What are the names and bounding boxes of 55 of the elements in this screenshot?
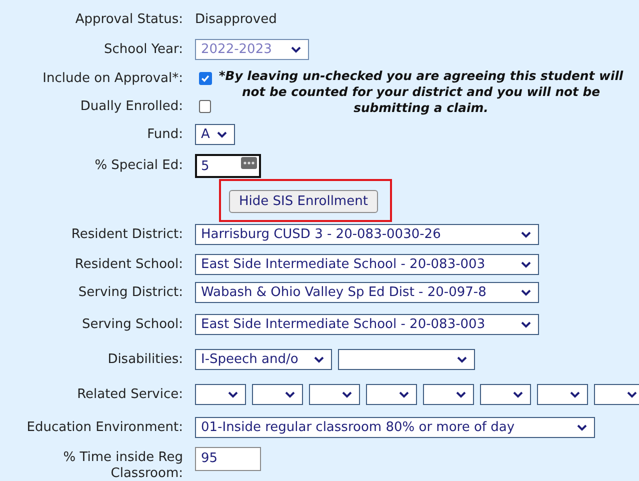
chevron-down-icon bbox=[456, 390, 466, 398]
dropdown[interactable] bbox=[480, 384, 531, 404]
dropdown[interactable] bbox=[366, 384, 417, 404]
chevron-down-icon bbox=[314, 356, 324, 363]
chevron-down-icon bbox=[570, 390, 580, 398]
chevron-down-icon bbox=[217, 131, 227, 138]
field-label: Approval Status: bbox=[74, 12, 183, 26]
field-label: Disabilities: bbox=[106, 352, 183, 367]
field-label: Resident District: bbox=[70, 226, 183, 242]
field-label: Education Environment: bbox=[26, 420, 183, 434]
chevron-down-icon bbox=[399, 390, 409, 398]
chevron-down-icon bbox=[228, 390, 238, 398]
chevron-down-icon bbox=[521, 320, 531, 328]
dropdown[interactable]: East Side Intermediate School - 20-083-003 bbox=[195, 254, 539, 274]
dropdown[interactable] bbox=[423, 384, 474, 404]
field-label: % Time inside Reg Classroom: bbox=[62, 450, 183, 481]
chevron-down-icon bbox=[521, 289, 531, 296]
chevron-down-icon bbox=[291, 46, 301, 52]
dropdown[interactable]: Harrisburg CUSD 3 - 20-083-0030-26 bbox=[195, 224, 539, 244]
field-label: Include on Approval*: bbox=[42, 70, 183, 86]
status-value: Disapproved bbox=[195, 12, 277, 26]
more-icon bbox=[241, 156, 257, 168]
checkbox[interactable] bbox=[199, 72, 212, 84]
field-label: Resident School: bbox=[74, 256, 183, 272]
chevron-down-icon bbox=[521, 230, 531, 238]
dropdown[interactable] bbox=[537, 384, 588, 404]
field-label: Dually Enrolled: bbox=[79, 98, 183, 114]
chevron-down-icon bbox=[342, 390, 352, 398]
chevron-down-icon bbox=[577, 424, 587, 430]
chevron-down-icon bbox=[513, 390, 523, 398]
checkbox[interactable] bbox=[199, 100, 211, 112]
dropdown[interactable]: East Side Intermediate School - 20-083-003 bbox=[195, 314, 539, 334]
dropdown[interactable] bbox=[309, 384, 360, 404]
dropdown[interactable]: A bbox=[195, 124, 235, 145]
dropdown[interactable] bbox=[338, 349, 475, 370]
field-label: Serving District: bbox=[77, 285, 183, 300]
warning-note: *By leaving un-checked you are agreeing this student will not be counted for your district and you will not be submitting a claim. bbox=[218, 68, 624, 116]
chevron-down-icon bbox=[457, 356, 467, 363]
number-input[interactable]: 5 bbox=[195, 154, 261, 178]
field-label: Related Service: bbox=[76, 386, 183, 402]
hide-sis-enrollment-button[interactable]: Hide SIS Enrollment bbox=[229, 190, 378, 212]
field-label: School Year: bbox=[103, 42, 183, 56]
dropdown[interactable] bbox=[252, 384, 303, 404]
field-label: Fund: bbox=[146, 127, 183, 142]
dropdown[interactable] bbox=[195, 384, 246, 404]
field-label: Serving School: bbox=[80, 316, 183, 332]
chevron-down-icon bbox=[627, 390, 637, 398]
dropdown[interactable]: Wabash & Ohio Valley Sp Ed Dist - 20-097-8 bbox=[195, 282, 539, 303]
dropdown[interactable]: I-Speech and/o bbox=[195, 349, 332, 370]
chevron-down-icon bbox=[285, 390, 295, 398]
text-input[interactable]: 95 bbox=[195, 447, 261, 471]
chevron-down-icon bbox=[521, 260, 531, 268]
dropdown[interactable] bbox=[594, 384, 639, 404]
field-label: % Special Ed: bbox=[94, 158, 183, 173]
dropdown[interactable]: 01-Inside regular classroom 80% or more of day bbox=[195, 416, 595, 438]
